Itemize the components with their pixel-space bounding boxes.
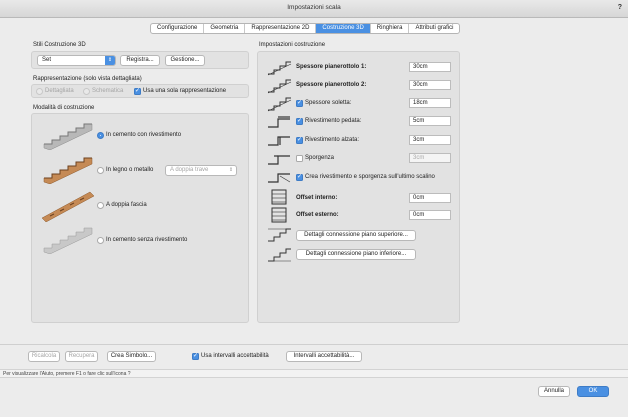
spessore-soletta-label: Spessore soletta: [305, 100, 352, 106]
tab-costruzione-3d[interactable]: Costruzione 3D [316, 24, 371, 33]
stair-double-stringer-image [41, 191, 95, 222]
sporgenza-label: Sporgenza [305, 155, 335, 161]
dettagli-superiore-button[interactable]: Dettagli connessione piano superiore... [296, 230, 416, 241]
usa-una-sola-checkbox[interactable]: ✓ [134, 88, 141, 95]
doppia-trave-select[interactable]: A doppia trave ⇕ [165, 165, 237, 176]
crea-rivestimento-checkbox[interactable]: ✓ [296, 174, 303, 181]
slab-thickness-icon [267, 97, 292, 112]
set-select[interactable]: Set ⇕ [37, 55, 116, 66]
offset-interno-field[interactable]: 0cm [409, 193, 451, 203]
annulla-button[interactable]: Annulla [538, 386, 570, 397]
spessore-soletta-field[interactable]: 18cm [409, 98, 451, 108]
rivestimento-alzata-checkbox[interactable]: ✓ [296, 137, 303, 144]
gestione-button[interactable]: Gestione... [165, 55, 205, 66]
doppia-fascia-radio[interactable] [97, 202, 104, 209]
offset-esterno-field[interactable]: 0cm [409, 210, 451, 220]
tread-cladding-icon [268, 116, 290, 128]
dettagliata-label: Dettagliata [45, 88, 74, 94]
legno-metallo-label: In legno o metallo [106, 167, 154, 173]
offset-outer-icon [271, 207, 287, 223]
tab-configurazione[interactable]: Configurazione [151, 24, 205, 33]
sporgenza-checkbox[interactable] [296, 155, 303, 162]
stair-concrete-clad-image [43, 123, 93, 150]
spessore-pianerottolo-1-label: Spessore pianerottolo 1: [296, 64, 367, 70]
window-title: Impostazioni scala [287, 4, 341, 11]
tab-rappresentazione-2d[interactable]: Rappresentazione 2D [245, 24, 317, 33]
cemento-senza-label: In cemento senza rivestimento [106, 237, 188, 243]
dettagli-inferiore-button[interactable]: Dettagli connessione piano inferiore... [296, 249, 416, 260]
registra-button[interactable]: Registra... [120, 55, 160, 66]
ricalcola-button[interactable]: Ricalcola [28, 351, 60, 362]
spessore-pianerottolo-2-label: Spessore pianerottolo 2: [296, 82, 367, 88]
spessore-pianerottolo-1-field[interactable]: 30cm [409, 62, 451, 72]
modalita-title: Modalità di costruzione [33, 105, 95, 111]
rivestimento-pedata-label: Rivestimento pedata: [305, 118, 362, 124]
dettagliata-radio[interactable] [36, 88, 43, 95]
sporgenza-field[interactable]: 3cm [409, 153, 451, 163]
rivestimento-alzata-label: Rivestimento alzata: [305, 137, 360, 143]
bottom-separator [0, 344, 628, 345]
stair-wood-image [43, 157, 93, 184]
riser-cladding-icon [268, 136, 290, 146]
doppia-trave-value: A doppia trave [170, 167, 209, 173]
impostazioni-costruzione-title: Impostazioni costruzione [259, 42, 326, 48]
stili-title: Stili Costruzione 3D [33, 42, 86, 48]
help-icon[interactable]: ? [618, 4, 622, 11]
last-step-cladding-icon [268, 173, 291, 183]
lower-connection-icon [268, 248, 291, 262]
status-bar: Per visualizzare l'Aiuto, premere F1 o f… [0, 369, 628, 378]
cemento-senza-radio[interactable] [97, 237, 104, 244]
landing-thickness-1-icon [267, 61, 292, 76]
rivestimento-alzata-field[interactable]: 3cm [409, 135, 451, 145]
set-select-value: Set [42, 57, 52, 63]
rivestimento-pedata-checkbox[interactable]: ✓ [296, 118, 303, 125]
usa-intervalli-checkbox[interactable]: ✓ [192, 353, 199, 360]
offset-interno-label: Offset interno: [296, 195, 338, 201]
usa-intervalli-label: Usa intervalli accettabilità [201, 353, 269, 359]
chevron-updown-icon: ⇕ [228, 167, 234, 173]
rappresentazione-title: Rappresentazione (solo vista dettagliata… [33, 76, 142, 82]
nosing-icon [268, 155, 290, 165]
offset-esterno-label: Offset esterno: [296, 212, 339, 218]
intervalli-button[interactable]: Intervalli accettabilità... [286, 351, 362, 362]
spessore-soletta-checkbox[interactable]: ✓ [296, 100, 303, 107]
spessore-pianerottolo-2-field[interactable]: 30cm [409, 80, 451, 90]
legno-metallo-radio[interactable] [97, 167, 104, 174]
landing-thickness-2-icon [267, 79, 292, 94]
settings-window: Impostazioni scala ? Configurazione Geom… [0, 0, 628, 417]
crea-simbolo-button[interactable]: Crea Simbolo... [107, 351, 156, 362]
cemento-rivestimento-label: In cemento con rivestimento [106, 132, 182, 138]
usa-una-sola-label: Usa una sola rappresentazione [143, 88, 227, 94]
recupera-button[interactable]: Recupera [65, 351, 98, 362]
tab-attributi-grafici[interactable]: Attributi grafici [409, 24, 459, 33]
tab-ringhiera[interactable]: Ringhiera [371, 24, 410, 33]
chevron-updown-icon: ⇕ [105, 56, 115, 65]
tab-bar: Configurazione Geometria Rappresentazion… [150, 23, 461, 34]
rivestimento-pedata-field[interactable]: 5cm [409, 116, 451, 126]
crea-rivestimento-label: Crea rivestimento e sporgenza sull'ultim… [305, 174, 435, 180]
doppia-fascia-label: A doppia fascia [106, 202, 147, 208]
upper-connection-icon [268, 228, 291, 242]
tab-geometria[interactable]: Geometria [204, 24, 246, 33]
schematica-label: Schematica [92, 88, 124, 94]
ok-button[interactable]: OK [577, 386, 609, 397]
offset-inner-icon [271, 189, 287, 205]
stair-concrete-bare-image [43, 227, 93, 254]
schematica-radio[interactable] [83, 88, 90, 95]
cemento-rivestimento-radio[interactable] [97, 132, 104, 139]
